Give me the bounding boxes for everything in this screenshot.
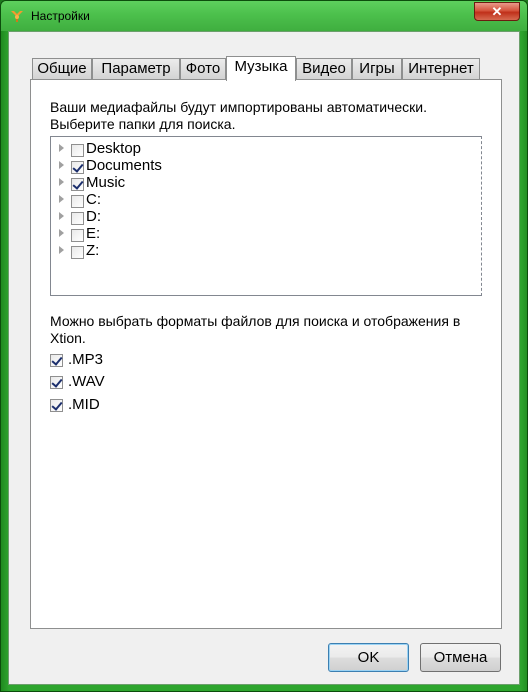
tab-video[interactable]: Видео [296,58,352,80]
tab-photo[interactable]: Фото [180,58,226,80]
tree-item-documents[interactable]: Documents [51,157,251,175]
music-tab-panel: Ваши медиафайлы будут импортированы авто… [30,79,502,629]
tab-games[interactable]: Игры [352,58,402,80]
close-icon: ✕ [491,4,503,19]
settings-window: Настройки ✕ Общие Параметр Фото Музыка В… [0,0,528,692]
media-description-line1: Ваши медиафайлы будут импортированы авто… [50,99,427,115]
expand-arrow-icon[interactable] [59,144,64,152]
tree-item-label: Z: [86,242,100,259]
folder-checkbox[interactable] [71,246,84,259]
tree-item-desktop[interactable]: Desktop [51,140,251,158]
folder-checkbox[interactable] [71,178,84,191]
tree-item-drive-d[interactable]: D: [51,208,251,226]
expand-arrow-icon[interactable] [59,178,64,186]
ok-button[interactable]: OK [328,643,409,672]
expand-arrow-icon[interactable] [59,212,64,220]
tree-item-label: E: [86,225,101,242]
format-checkbox[interactable] [50,376,63,389]
tree-item-label: Music [86,174,126,191]
format-mp3[interactable]: .MP3 [50,351,170,370]
cancel-button[interactable]: Отмена [420,643,501,672]
formats-description-line2: Xtion. [50,330,86,346]
formats-description-line1: Можно выбрать форматы файлов для поиска … [50,313,461,329]
format-label: .MP3 [68,351,104,368]
window-title: Настройки [31,9,90,23]
folder-checkbox[interactable] [71,144,84,157]
tree-item-label: Documents [86,157,162,174]
close-button[interactable]: ✕ [474,2,520,21]
expand-arrow-icon[interactable] [59,229,64,237]
folder-checkbox[interactable] [71,212,84,225]
format-label: .WAV [68,373,105,390]
folder-checkbox[interactable] [71,229,84,242]
tree-item-label: Desktop [86,140,142,157]
expand-arrow-icon[interactable] [59,246,64,254]
app-icon [11,11,23,22]
tab-general[interactable]: Общие [32,58,92,80]
tree-item-drive-e[interactable]: E: [51,225,251,243]
tree-item-drive-z[interactable]: Z: [51,242,251,260]
format-wav[interactable]: .WAV [50,373,170,392]
expand-arrow-icon[interactable] [59,195,64,203]
format-mid[interactable]: .MID [50,396,170,415]
folder-checkbox[interactable] [71,161,84,174]
folder-tree[interactable]: Desktop Documents Music C: D: E: Z: [50,136,482,296]
format-checkbox[interactable] [50,354,63,367]
format-label: .MID [68,396,100,413]
folder-checkbox[interactable] [71,195,84,208]
dialog-client-area: Общие Параметр Фото Музыка Видео Игры Ин… [8,31,520,685]
tree-item-label: C: [86,191,101,208]
tab-parameter[interactable]: Параметр [92,58,180,80]
expand-arrow-icon[interactable] [59,161,64,169]
media-description-line2: Выберите папки для поиска. [50,116,236,132]
tree-item-drive-c[interactable]: C: [51,191,251,209]
tree-item-label: D: [86,208,101,225]
tree-item-music[interactable]: Music [51,174,251,192]
tab-internet[interactable]: Интернет [402,58,480,80]
format-checkbox[interactable] [50,399,63,412]
tab-music[interactable]: Музыка [226,56,296,81]
title-bar[interactable]: Настройки ✕ [1,1,527,31]
